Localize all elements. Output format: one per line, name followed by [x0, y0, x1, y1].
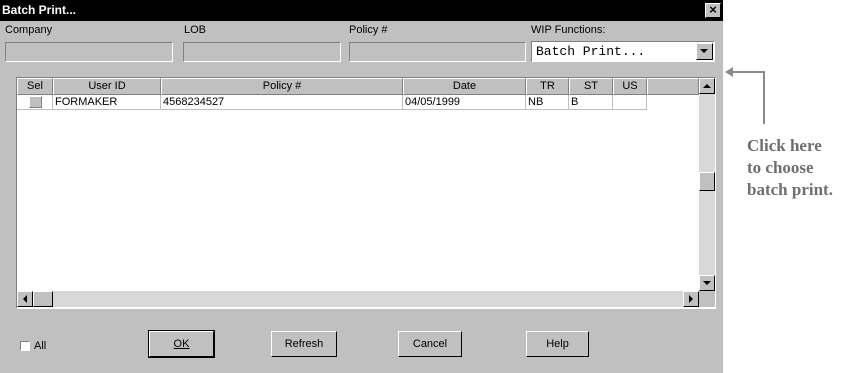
cell-date: 04/05/1999	[403, 95, 526, 110]
cell-us	[613, 95, 647, 110]
callout-line-3: batch print.	[747, 180, 833, 199]
scroll-corner	[699, 291, 715, 307]
batch-print-dialog: Batch Print... × Company LOB Policy # WI…	[0, 0, 723, 373]
policy-field[interactable]	[349, 42, 526, 62]
ok-button[interactable]: OK	[148, 330, 215, 358]
refresh-button[interactable]: Refresh	[271, 331, 337, 357]
callout-bracket-line	[763, 71, 765, 124]
company-field[interactable]	[5, 42, 173, 62]
arrow-right-icon	[689, 295, 693, 303]
cancel-button[interactable]: Cancel	[398, 331, 462, 357]
col-header-policy[interactable]: Policy #	[161, 78, 403, 95]
wip-functions-dropdown-button[interactable]	[696, 43, 713, 60]
window-title: Batch Print...	[2, 3, 77, 17]
policy-label: Policy #	[349, 24, 388, 36]
batch-grid[interactable]: Sel User ID Policy # Date TR ST US FORMA…	[16, 77, 716, 309]
ok-label: OK	[173, 338, 190, 350]
col-header-tr[interactable]: TR	[526, 78, 569, 95]
all-label: All	[34, 340, 47, 352]
col-header-date[interactable]: Date	[403, 78, 526, 95]
close-icon: ×	[709, 2, 717, 17]
col-header-blank	[647, 78, 699, 95]
callout-arrowhead-icon	[725, 67, 733, 77]
scroll-left-button[interactable]	[17, 291, 33, 307]
chevron-down-icon	[700, 49, 708, 53]
scroll-right-button[interactable]	[683, 291, 699, 307]
callout-text: Click here to choose batch print.	[747, 135, 833, 201]
company-label: Company	[5, 24, 53, 36]
col-header-us[interactable]: US	[613, 78, 647, 95]
row-select-checkbox[interactable]	[29, 96, 42, 108]
wip-functions-value: Batch Print...	[536, 44, 646, 59]
callout-line-1: Click here	[747, 136, 822, 155]
vertical-scroll-thumb[interactable]	[699, 172, 715, 191]
horizontal-scrollbar[interactable]	[17, 291, 699, 307]
cancel-label: Cancel	[412, 338, 448, 350]
callout-arrow-line	[731, 71, 764, 73]
col-header-user-id[interactable]: User ID	[53, 78, 161, 95]
wip-functions-label: WIP Functions:	[531, 24, 606, 36]
help-button[interactable]: Help	[526, 331, 589, 357]
cell-policy: 4568234527	[161, 95, 403, 110]
col-header-st[interactable]: ST	[569, 78, 613, 95]
arrow-left-icon	[23, 295, 27, 303]
scroll-down-button[interactable]	[699, 275, 715, 291]
vertical-scrollbar[interactable]	[699, 78, 715, 291]
help-label: Help	[546, 338, 569, 350]
cell-user-id: FORMAKER	[53, 95, 161, 110]
callout-line-2: to choose	[747, 158, 814, 177]
lob-label: LOB	[184, 24, 207, 36]
cell-st: B	[569, 95, 613, 110]
col-header-sel[interactable]: Sel	[17, 78, 53, 95]
wip-functions-select[interactable]: Batch Print...	[531, 41, 715, 62]
title-bar: Batch Print... ×	[0, 0, 723, 21]
cell-tr: NB	[526, 95, 569, 110]
lob-field[interactable]	[183, 42, 341, 62]
arrow-up-icon	[703, 84, 711, 88]
close-button[interactable]: ×	[705, 3, 721, 18]
all-checkbox[interactable]	[20, 341, 30, 351]
refresh-label: Refresh	[284, 338, 324, 350]
scroll-up-button[interactable]	[699, 78, 715, 94]
arrow-down-icon	[703, 281, 711, 285]
horizontal-scroll-thumb[interactable]	[33, 291, 53, 307]
